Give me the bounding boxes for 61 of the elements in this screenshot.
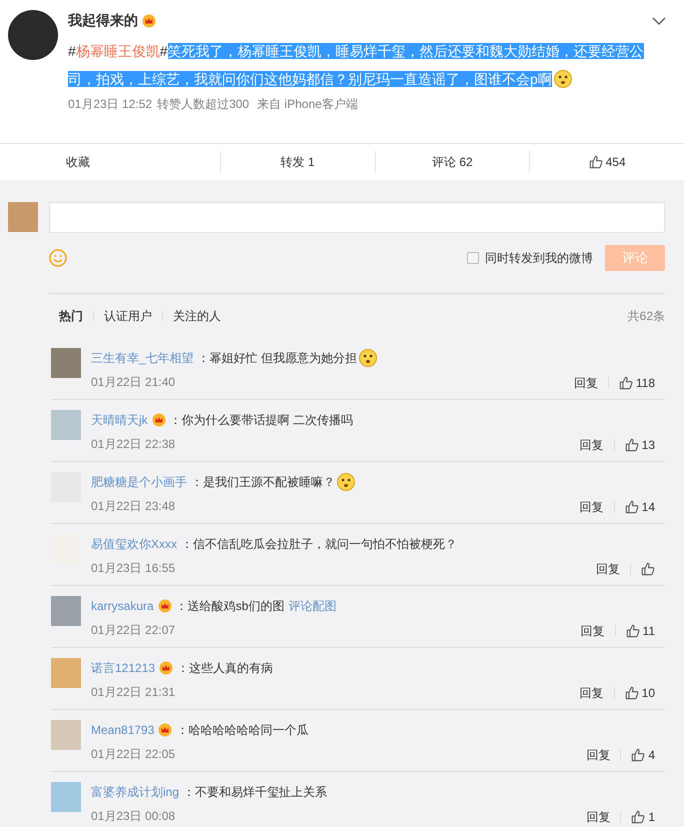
- thumbs-up-icon: [624, 500, 639, 514]
- comment-input-field[interactable]: [49, 202, 665, 233]
- comment-date: 01月22日 22:07: [91, 622, 176, 638]
- comment-date: 01月22日 23:48: [91, 498, 176, 514]
- reply-button[interactable]: 回复: [586, 808, 610, 826]
- thumbs-up-icon: [588, 155, 603, 169]
- smiley-icon[interactable]: [49, 249, 67, 267]
- thumbs-up-icon: [631, 748, 646, 762]
- post-time[interactable]: 01月23日 12:52: [68, 95, 152, 113]
- like-button[interactable]: 4: [631, 746, 655, 764]
- comment-text: ：这些人真的有病: [177, 661, 274, 675]
- thumbs-up-icon: [624, 686, 639, 700]
- thumbs-up-icon: [618, 376, 633, 390]
- repost-note: 转赞人数超过300: [157, 96, 250, 113]
- post-text: #杨幂睡王俊凯#笑死我了，杨幂睡王俊凯，睡易烊千玺，然后还要和魏大勋结婚，还要经营公司，拍戏，上综艺，我就问你们这他妈都信？别尼玛一直造谣了，图谁不会p啊: [68, 42, 645, 90]
- checkbox[interactable]: [467, 252, 479, 264]
- reply-button[interactable]: 回复: [580, 622, 605, 640]
- thumbs-up-icon: [626, 624, 640, 638]
- comment-date: 01月22日 21:31: [91, 684, 176, 700]
- comment-text: ：送给酸鸡sb们的图: [176, 599, 284, 613]
- like-button[interactable]: 11: [626, 622, 655, 640]
- action-button[interactable]: 评论 62: [432, 153, 473, 171]
- comment-text: ：是我们王源不配被睡嘛？: [191, 475, 335, 489]
- comment-date: 01月23日 16:55: [91, 560, 176, 576]
- action-button[interactable]: 收藏: [66, 153, 90, 171]
- comment-date: 01月22日 22:38: [91, 436, 176, 452]
- avatar-photo-placeholder: [8, 202, 38, 232]
- action-button[interactable]: 转发 1: [280, 153, 315, 171]
- post-source[interactable]: 来自 iPhone客户端: [257, 95, 358, 113]
- like-button[interactable]: [641, 562, 655, 576]
- author-name[interactable]: 我起得来的: [68, 10, 138, 31]
- like-button[interactable]: 13: [624, 436, 655, 454]
- comment-text: ：你为什么要带话提啊 二次传播吗: [170, 413, 354, 427]
- comment-text: ：不要和易烊千玺扯上关系: [183, 785, 328, 799]
- comment-date: 01月22日 21:40: [91, 374, 176, 390]
- comment-text: ：幂姐好忙 但我愿意为她分担: [198, 351, 358, 365]
- comment-date: 01月23日 00:08: [91, 808, 176, 824]
- thumbs-up-icon: [641, 562, 655, 576]
- reply-button[interactable]: 回复: [586, 746, 610, 764]
- chevron-down-icon[interactable]: [652, 16, 666, 26]
- like-button[interactable]: 454: [588, 153, 626, 171]
- comment-text: ：信不信乱吃瓜会拉肚子，就问一句怕不怕被梗死？: [181, 537, 458, 551]
- filter-tab[interactable]: 认证用户: [104, 307, 152, 325]
- repost-option-label[interactable]: 同时转发到我的微博: [485, 249, 593, 267]
- reply-button[interactable]: 回复: [580, 684, 604, 702]
- comment-date: 01月22日 22:05: [91, 746, 176, 762]
- filter-tab[interactable]: 热门: [59, 307, 83, 325]
- reply-button[interactable]: 回复: [574, 374, 598, 392]
- like-button[interactable]: 10: [624, 684, 655, 702]
- thumbs-up-icon: [624, 438, 639, 452]
- comment-total: 共62条: [628, 308, 665, 325]
- like-button[interactable]: 14: [624, 498, 655, 516]
- like-button[interactable]: 1: [631, 808, 655, 826]
- reply-button[interactable]: 回复: [596, 560, 620, 578]
- like-button[interactable]: 118: [618, 374, 655, 392]
- thumbs-up-icon: [631, 810, 646, 824]
- comment-text: ：哈哈哈哈哈哈同一个瓜: [176, 723, 308, 737]
- reply-button[interactable]: 回复: [580, 436, 604, 454]
- reply-button[interactable]: 回复: [580, 498, 604, 516]
- avatar-photo-placeholder[interactable]: [8, 10, 58, 60]
- filter-tab[interactable]: 关注的人: [173, 307, 221, 325]
